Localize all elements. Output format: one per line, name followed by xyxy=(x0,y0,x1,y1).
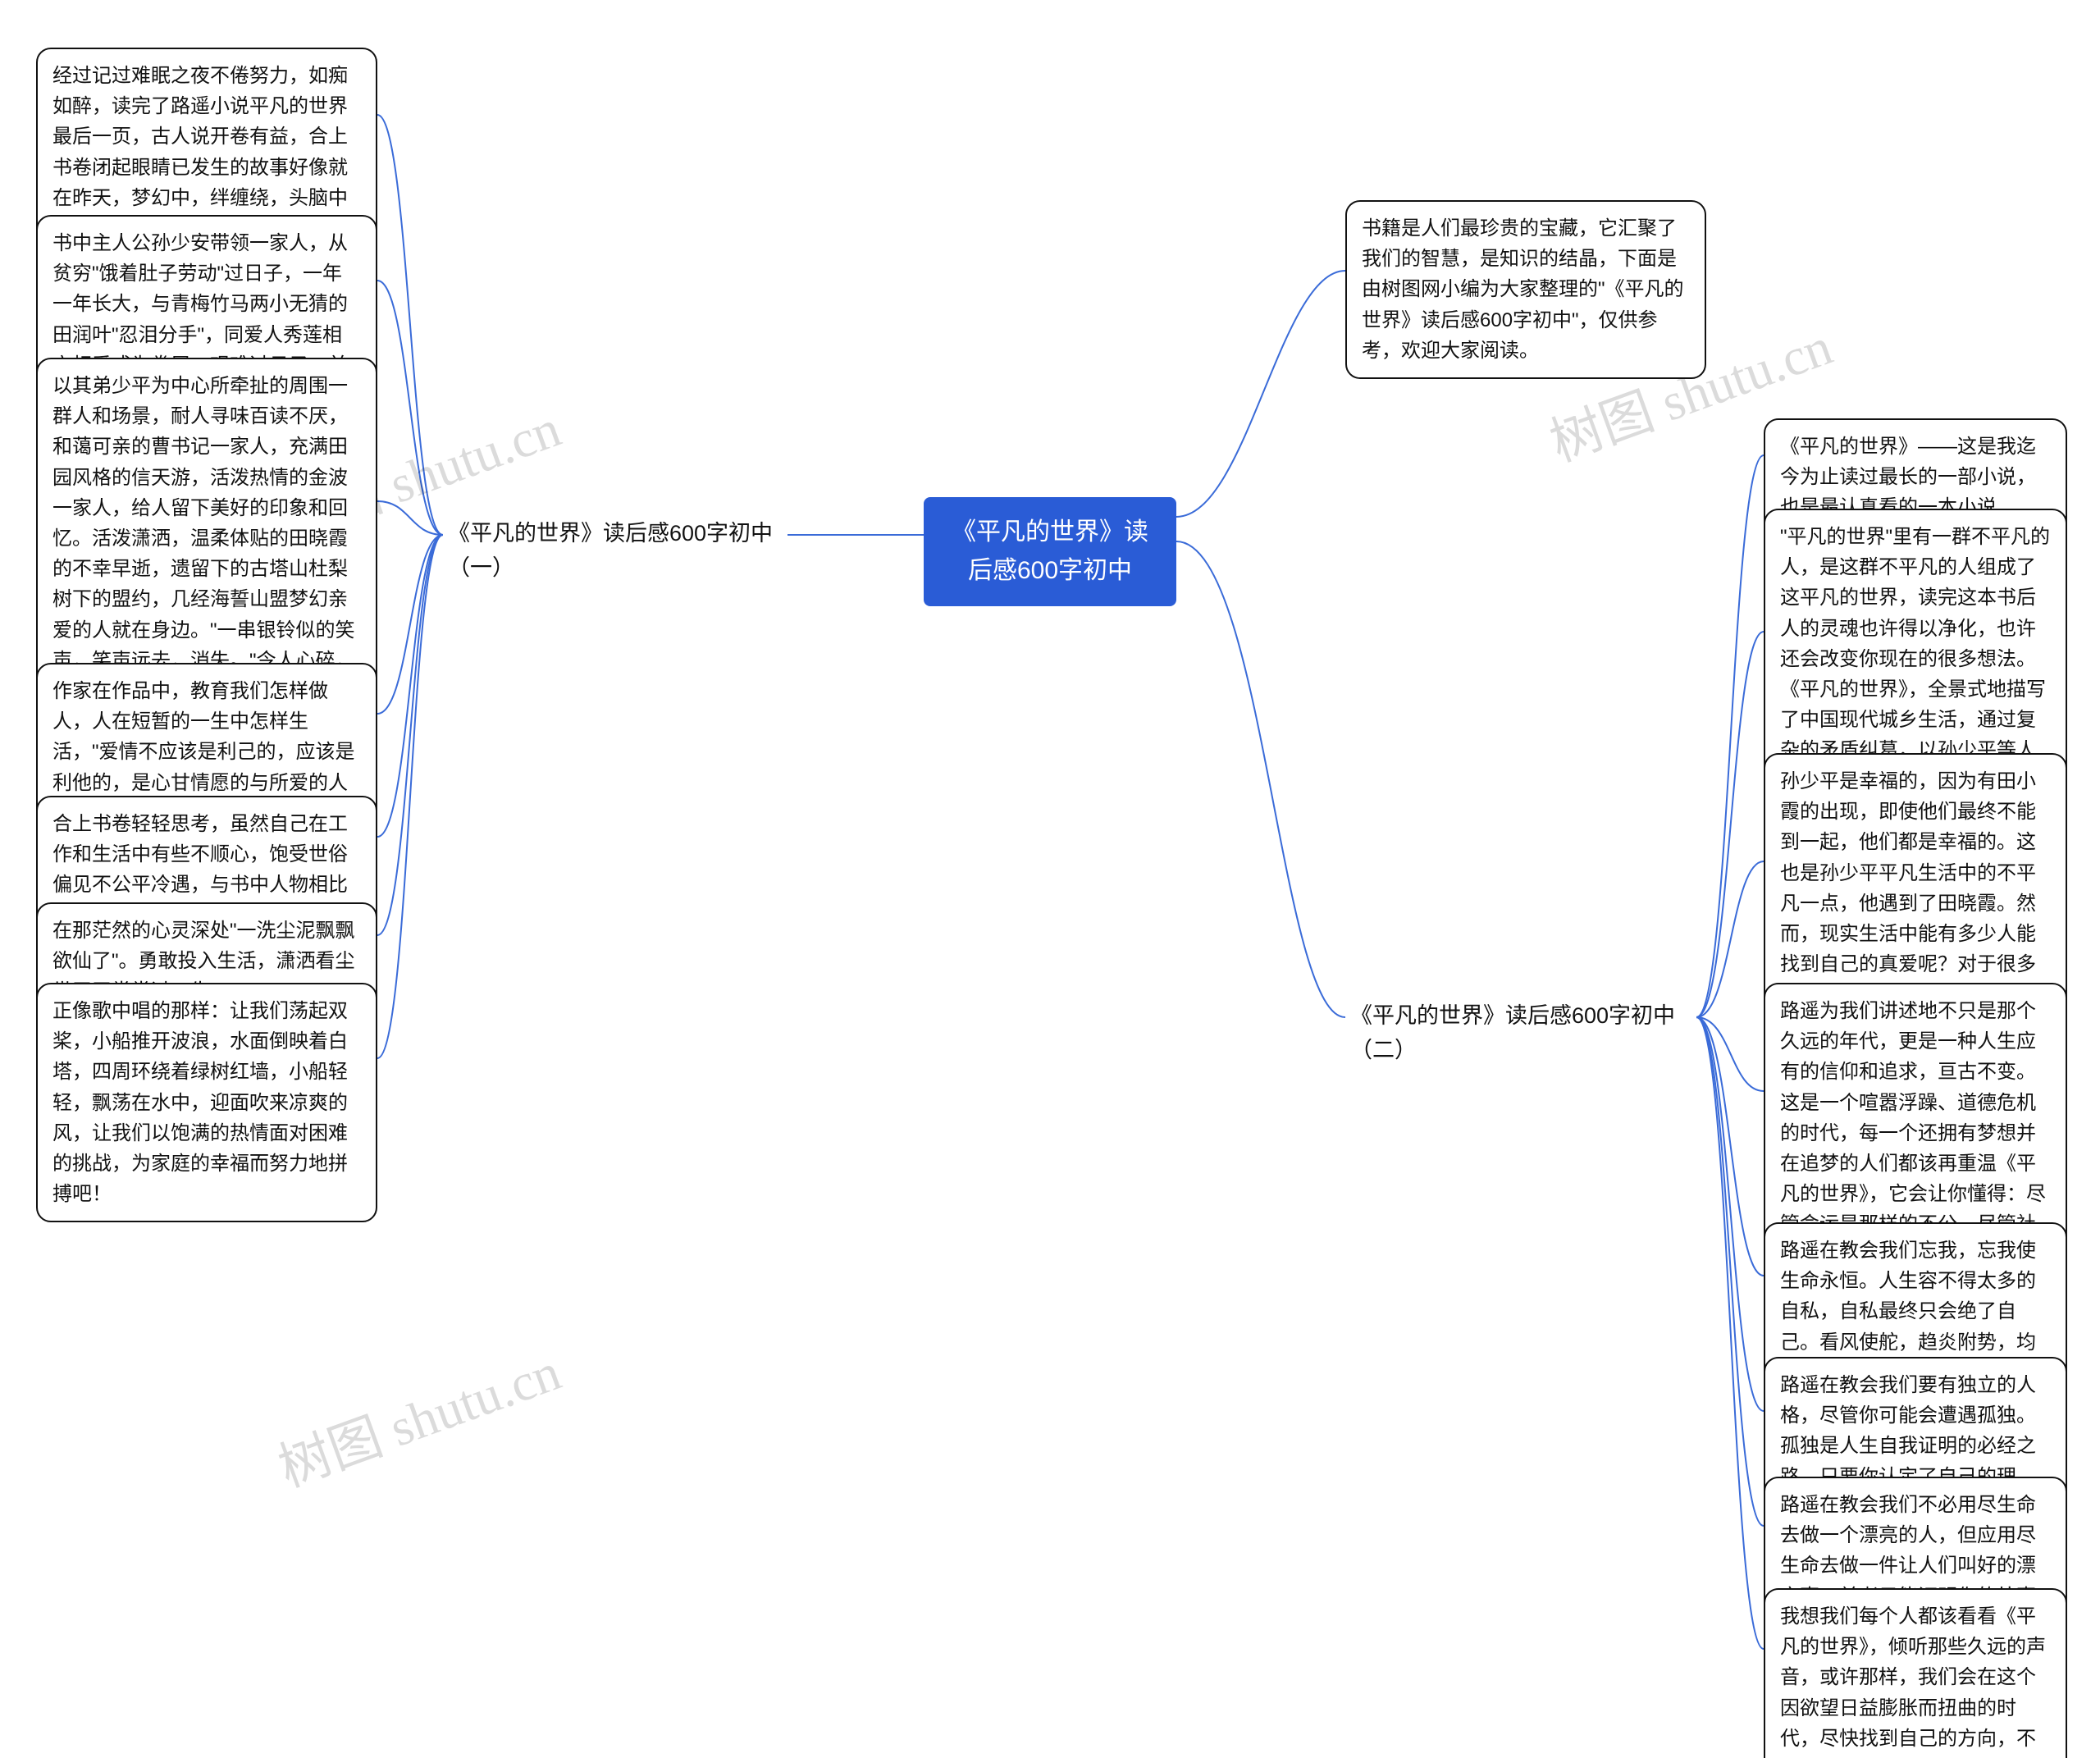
watermark: 树图 shutu.cn xyxy=(267,1330,569,1501)
intro-node[interactable]: 书籍是人们最珍贵的宝藏，它汇聚了我们的智慧，是知识的结晶，下面是由树图网小编为大… xyxy=(1345,200,1706,379)
root-node[interactable]: 《平凡的世界》读后感600字初中 xyxy=(924,497,1176,606)
s1-item-6[interactable]: 正像歌中唱的那样：让我们荡起双桨，小船推开波浪，水面倒映着白塔，四周环绕着绿树红… xyxy=(36,983,377,1222)
section2-title[interactable]: 《平凡的世界》读后感600字初中（二） xyxy=(1345,991,1698,1076)
s2-item-7[interactable]: 我想我们每个人都该看看《平凡的世界》，倾听那些久远的声音，或许那样，我们会在这个… xyxy=(1764,1588,2067,1758)
section1-title[interactable]: 《平凡的世界》读后感600字初中（一） xyxy=(443,509,788,594)
